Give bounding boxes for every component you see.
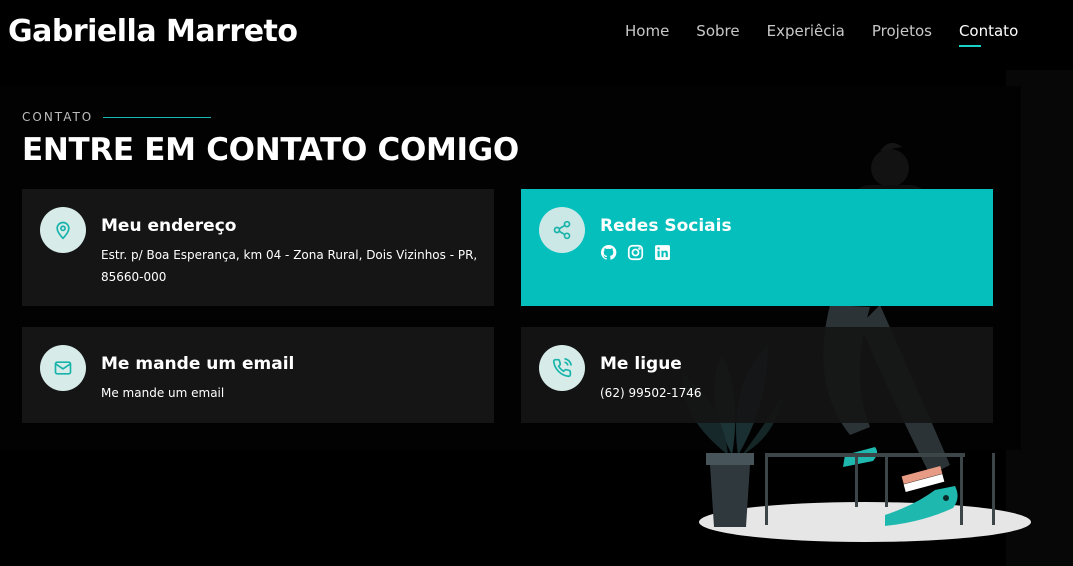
phone-title: Me ligue [600, 354, 682, 374]
email-text[interactable]: Me mande um email [101, 382, 481, 404]
main-nav: Home Sobre Experiêcia Projetos Contato [625, 22, 1045, 47]
address-badge [40, 207, 86, 253]
section-eyebrow: CONTATO [22, 110, 212, 124]
nav-contato[interactable]: Contato [958, 22, 1018, 47]
nav-sobre[interactable]: Sobre [696, 22, 739, 40]
nav-experiencia[interactable]: Experiêcia [767, 22, 845, 40]
eyebrow-label: CONTATO [22, 110, 94, 124]
email-card: Me mande um email Me mande um email [22, 327, 494, 423]
social-links [600, 244, 681, 261]
site-header: Gabriella Marreto Home Sobre Experiêcia … [0, 0, 1073, 70]
map-pin-icon [56, 221, 70, 240]
nav-home[interactable]: Home [625, 22, 669, 40]
email-title: Me mande um email [101, 354, 295, 374]
social-title: Redes Sociais [600, 216, 732, 236]
phone-badge [539, 345, 585, 391]
mail-icon [54, 361, 72, 375]
address-text: Estr. p/ Boa Esperança, km 04 - Zona Rur… [101, 248, 478, 284]
address-title: Meu endereço [101, 216, 237, 236]
github-icon[interactable] [600, 244, 617, 261]
phone-text[interactable]: (62) 99502-1746 [600, 382, 980, 404]
brand-logo[interactable]: Gabriella Marreto [8, 14, 298, 49]
social-badge [539, 207, 585, 253]
email-badge [40, 345, 86, 391]
share-icon [553, 220, 571, 240]
nav-projetos[interactable]: Projetos [872, 22, 932, 40]
instagram-icon[interactable] [627, 244, 644, 261]
section-title: ENTRE EM CONTATO COMIGO [22, 132, 519, 168]
eyebrow-line [103, 116, 212, 118]
social-card: Redes Sociais [521, 189, 993, 306]
linkedin-icon[interactable] [654, 244, 671, 261]
address-card: Meu endereço Estr. p/ Boa Esperança, km … [22, 189, 494, 306]
phone-card: Me ligue (62) 99502-1746 [521, 327, 993, 423]
phone-icon [552, 358, 572, 378]
